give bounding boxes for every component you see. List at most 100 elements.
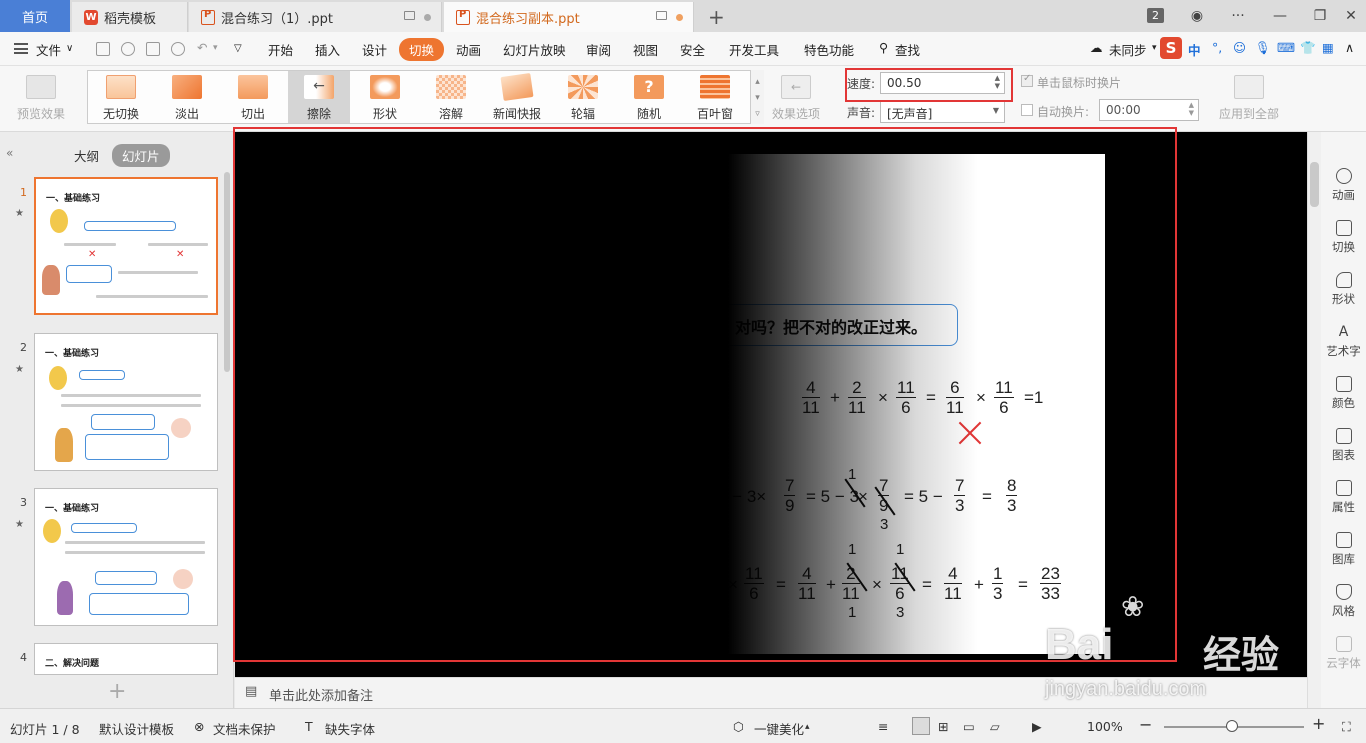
sync-dropdown-icon[interactable]: ▾ <box>1152 43 1157 53</box>
cloud-icon[interactable]: ☁ <box>1090 40 1103 55</box>
panel-style[interactable]: 风格 <box>1321 584 1366 619</box>
print-icon[interactable] <box>146 42 160 56</box>
tab-slides[interactable]: 幻灯片 <box>112 144 170 167</box>
menu-features[interactable]: 特色功能 <box>804 40 854 59</box>
one-click-beautify-button[interactable]: 一键美化 <box>754 719 804 738</box>
panel-shape[interactable]: 形状 <box>1321 272 1366 307</box>
transition-blinds[interactable]: 百叶窗 <box>684 71 746 123</box>
pane-scrollbar[interactable] <box>224 172 230 372</box>
panel-chart[interactable]: 图表 <box>1321 428 1366 463</box>
notes-area[interactable]: ▤ 单击此处添加备注 <box>235 677 1307 708</box>
transition-wipe[interactable]: ← 擦除 <box>288 71 350 123</box>
restore-icon[interactable]: ❐ <box>1300 0 1340 32</box>
quick-access-more-icon[interactable]: ▽ <box>234 43 242 54</box>
collapse-pane-icon[interactable]: « <box>6 146 13 160</box>
search-icon[interactable]: ⚲ <box>879 40 888 55</box>
tab-outline[interactable]: 大纲 <box>64 144 109 167</box>
canvas-scrollbar[interactable] <box>1307 132 1321 708</box>
scroll-thumb[interactable] <box>1310 162 1319 207</box>
panel-animation[interactable]: 动画 <box>1321 168 1366 203</box>
panel-color[interactable]: 颜色 <box>1321 376 1366 411</box>
collapse-ribbon-icon[interactable]: ∧ <box>1345 40 1354 55</box>
fit-window-icon[interactable]: ⛶ <box>1342 719 1351 735</box>
chevron-down-icon[interactable]: ∨ <box>66 43 73 54</box>
document-protection-status[interactable]: 文档未保护 <box>213 719 276 738</box>
effect-options-button[interactable]: ← 效果选项 <box>764 71 828 123</box>
presenter-view-icon[interactable]: ▱ <box>990 719 1000 734</box>
menu-security[interactable]: 安全 <box>680 40 705 59</box>
slide-thumbnail[interactable]: 二、解决问题 <box>34 643 218 675</box>
voice-icon[interactable]: 🎙 <box>1255 40 1271 56</box>
slide-thumbnail[interactable]: 一、基础练习 <box>34 333 218 471</box>
menu-developer[interactable]: 开发工具 <box>729 40 779 59</box>
menu-review[interactable]: 审阅 <box>586 40 611 59</box>
slide-thumbnail[interactable]: 一、基础练习 ✕ ✕ <box>34 177 218 315</box>
zoom-level[interactable]: 100% <box>1087 719 1123 734</box>
monitor-icon[interactable] <box>404 11 415 20</box>
panel-transition[interactable]: 切换 <box>1321 220 1366 255</box>
transition-shape[interactable]: 形状 <box>354 71 416 123</box>
current-slide[interactable]: 对吗？把不对的改正过来。 4 11 + 2 11 × 11 6 = 6 11 × 11 6… <box>728 154 1105 654</box>
file-menu[interactable]: 文件 <box>36 40 61 59</box>
print-preview-icon[interactable] <box>171 42 185 56</box>
search-button[interactable]: 查找 <box>895 40 920 59</box>
menu-slideshow[interactable]: 幻灯片放映 <box>503 40 566 59</box>
menu-view[interactable]: 视图 <box>633 40 658 59</box>
transition-none[interactable]: 无切换 <box>90 71 152 123</box>
tab-docer-templates[interactable]: W 稻壳模板 <box>72 2 188 32</box>
auto-advance-checkbox[interactable] <box>1021 104 1033 116</box>
menu-transition[interactable]: 切换 <box>399 38 445 61</box>
punctuation-icon[interactable]: °, <box>1212 40 1222 55</box>
sync-status[interactable]: 未同步 <box>1109 40 1147 59</box>
apply-to-all-button[interactable]: 应用到全部 <box>1214 71 1284 123</box>
zoom-out-icon[interactable]: − <box>1139 715 1152 734</box>
transition-wheel[interactable]: 轮辐 <box>552 71 614 123</box>
sogou-ime-icon[interactable]: S <box>1160 37 1182 59</box>
transition-newsflash[interactable]: 新闻快报 <box>486 71 548 123</box>
auto-advance-time-input[interactable]: 00:00 ▲ ▼ <box>1099 99 1199 121</box>
reading-view-icon[interactable]: ▭ <box>963 719 975 734</box>
gallery-scroll[interactable]: ▴ ▾ ▿ <box>750 70 764 124</box>
missing-font-button[interactable]: 缺失字体 <box>325 719 375 738</box>
skin-icon[interactable]: 👕 <box>1300 40 1316 56</box>
hamburger-icon[interactable] <box>14 43 28 54</box>
panel-gallery[interactable]: 图库 <box>1321 532 1366 567</box>
save-icon[interactable] <box>96 42 110 56</box>
share-icon[interactable] <box>121 42 135 56</box>
panel-properties[interactable]: 属性 <box>1321 480 1366 515</box>
emoji-icon[interactable]: ☺ <box>1233 40 1246 55</box>
keyboard-icon[interactable]: ⌨ <box>1277 40 1295 55</box>
tab-home[interactable]: 首页 <box>0 0 70 32</box>
panel-wordart[interactable]: A 艺术字 <box>1321 324 1366 359</box>
preview-effect-button[interactable]: 预览效果 <box>4 71 78 123</box>
more-icon[interactable]: ··· <box>1228 0 1248 32</box>
transition-dissolve[interactable]: 溶解 <box>420 71 482 123</box>
normal-view-icon[interactable] <box>912 717 930 735</box>
menu-animation[interactable]: 动画 <box>456 40 481 59</box>
transition-random[interactable]: ? 随机 <box>618 71 680 123</box>
zoom-in-icon[interactable]: + <box>1312 714 1325 733</box>
undo-icon[interactable]: ↶ <box>197 40 207 55</box>
new-tab-plus-icon[interactable]: + <box>708 5 725 29</box>
slide-canvas[interactable]: 对吗？把不对的改正过来。 4 11 + 2 11 × 11 6 = 6 11 × 11 6… <box>235 132 1307 677</box>
window-count-badge[interactable]: 2 <box>1147 8 1164 23</box>
slide-sorter-icon[interactable]: ⊞ <box>938 719 948 734</box>
zoom-slider-handle[interactable] <box>1226 720 1238 732</box>
time-spinner-icon[interactable]: ▲ ▼ <box>1189 101 1194 117</box>
ime-mode-label[interactable]: 中 <box>1188 40 1201 59</box>
add-slide-plus-icon[interactable]: + <box>108 679 126 704</box>
close-icon[interactable]: ✕ <box>1336 0 1366 32</box>
menu-insert[interactable]: 插入 <box>315 40 340 59</box>
notes-toggle-icon[interactable]: ≡ <box>878 719 888 734</box>
monitor-icon[interactable] <box>656 11 667 20</box>
slide-thumbnail[interactable]: 一、基础练习 <box>34 488 218 626</box>
menu-start[interactable]: 开始 <box>268 40 293 59</box>
undo-dropdown-icon[interactable]: ▾ <box>213 43 218 53</box>
toolbox-icon[interactable]: ▦ <box>1322 40 1334 55</box>
transition-cut[interactable]: 切出 <box>222 71 284 123</box>
template-name[interactable]: 默认设计模板 <box>99 719 174 738</box>
user-avatar-icon[interactable]: ◉ <box>1185 0 1209 32</box>
tab-document-2[interactable]: 混合练习副本.ppt <box>444 2 694 32</box>
minimize-icon[interactable]: — <box>1260 0 1300 32</box>
click-advance-checkbox[interactable]: ✓ <box>1021 73 1033 87</box>
